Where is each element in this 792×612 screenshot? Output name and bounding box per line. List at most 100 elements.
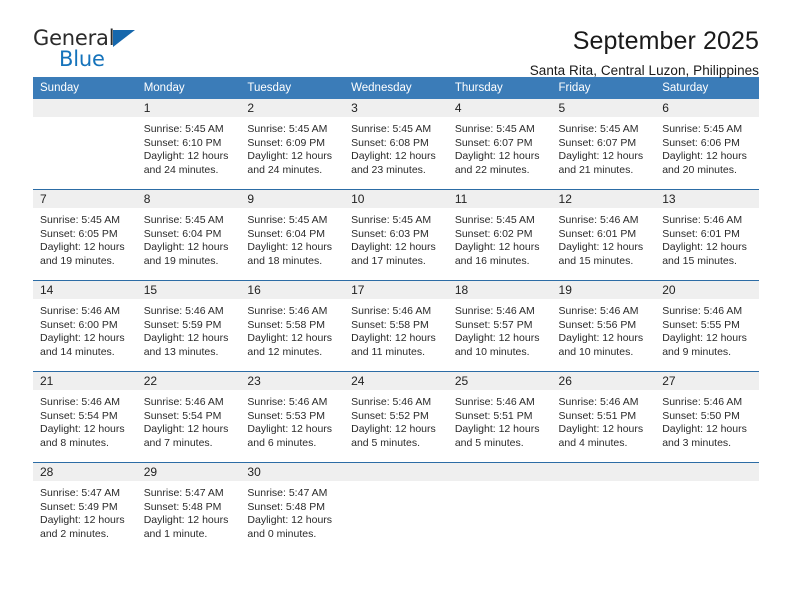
page-title: September 2025 xyxy=(572,27,759,55)
calendar-cell[interactable]: 18 Sunrise: 5:46 AM Sunset: 5:57 PM Dayligh… xyxy=(447,280,552,372)
calendar-cell[interactable]: 29 Sunrise: 5:47 AM Sunset: 5:48 PM Dayligh… xyxy=(136,462,241,553)
calendar-cell[interactable]: 20 Sunrise: 5:46 AM Sunset: 5:55 PM Dayligh… xyxy=(655,280,759,372)
day-details: Sunrise: 5:45 AM Sunset: 6:09 PM Daylight:… xyxy=(240,117,344,177)
calendar-cell[interactable]: 5 Sunrise: 5:45 AM Sunset: 6:07 PM Daylight… xyxy=(551,99,656,190)
calendar-cell[interactable]: 24 Sunrise: 5:46 AM Sunset: 5:52 PM Dayligh… xyxy=(344,371,448,463)
sunrise-text: Sunrise: 5:46 AM xyxy=(40,305,120,317)
calendar-cell[interactable] xyxy=(655,462,759,553)
sunset-text: Sunset: 6:01 PM xyxy=(558,227,637,240)
day-cell[interactable]: 6 Sunrise: 5:45 AM Sunset: 6:06 PM Daylight… xyxy=(655,99,759,189)
day-cell[interactable]: 17 Sunrise: 5:46 AM Sunset: 5:58 PM Dayligh… xyxy=(344,281,448,371)
day-cell[interactable]: 21 Sunrise: 5:46 AM Sunset: 5:54 PM Dayligh… xyxy=(33,372,137,462)
day-cell[interactable]: 23 Sunrise: 5:46 AM Sunset: 5:53 PM Dayligh… xyxy=(240,372,345,462)
day-cell[interactable]: 7 Sunrise: 5:45 AM Sunset: 6:05 PM Daylight… xyxy=(33,190,137,280)
day-cell[interactable]: 5 Sunrise: 5:45 AM Sunset: 6:07 PM Daylight… xyxy=(551,99,656,189)
calendar-cell[interactable]: 6 Sunrise: 5:45 AM Sunset: 6:06 PM Daylight… xyxy=(655,99,759,190)
day-cell[interactable]: 11 Sunrise: 5:45 AM Sunset: 6:02 PM Dayligh… xyxy=(447,190,552,280)
calendar-cell[interactable]: 17 Sunrise: 5:46 AM Sunset: 5:58 PM Dayligh… xyxy=(344,280,448,372)
calendar-cell[interactable]: 4 Sunrise: 5:45 AM Sunset: 6:07 PM Daylight… xyxy=(447,99,552,190)
daylight-text-line2: and 12 minutes. xyxy=(247,345,323,358)
day-cell[interactable] xyxy=(33,99,137,189)
calendar-cell[interactable]: 27 Sunrise: 5:46 AM Sunset: 5:50 PM Dayligh… xyxy=(655,371,759,463)
calendar-cell[interactable]: 8 Sunrise: 5:45 AM Sunset: 6:04 PM Daylight… xyxy=(136,189,241,281)
sunset-text: Sunset: 6:03 PM xyxy=(351,227,429,240)
calendar-cell[interactable]: 13 Sunrise: 5:46 AM Sunset: 6:01 PM Dayligh… xyxy=(655,189,759,281)
calendar-cell[interactable]: 23 Sunrise: 5:46 AM Sunset: 5:53 PM Dayligh… xyxy=(240,371,345,463)
day-cell[interactable]: 13 Sunrise: 5:46 AM Sunset: 6:01 PM Dayligh… xyxy=(655,190,759,280)
calendar-header-row: Sunday Monday Tuesday Wednesday Thursday… xyxy=(33,77,759,99)
sunset-text: Sunset: 5:54 PM xyxy=(143,409,222,422)
day-cell[interactable]: 9 Sunrise: 5:45 AM Sunset: 6:04 PM Daylight… xyxy=(240,190,345,280)
daylight-text-line2: and 1 minute. xyxy=(143,527,208,540)
calendar-cell[interactable] xyxy=(447,462,552,553)
day-cell[interactable]: 2 Sunrise: 5:45 AM Sunset: 6:09 PM Daylight… xyxy=(240,99,345,189)
day-cell[interactable]: 10 Sunrise: 5:45 AM Sunset: 6:03 PM Dayligh… xyxy=(344,190,448,280)
day-cell[interactable]: 12 Sunrise: 5:46 AM Sunset: 6:01 PM Dayligh… xyxy=(551,190,656,280)
day-cell[interactable]: 18 Sunrise: 5:46 AM Sunset: 5:57 PM Dayligh… xyxy=(447,281,552,371)
day-cell[interactable]: 4 Sunrise: 5:45 AM Sunset: 6:07 PM Daylight… xyxy=(447,99,552,189)
calendar-cell[interactable]: 21 Sunrise: 5:46 AM Sunset: 5:54 PM Dayligh… xyxy=(33,371,137,463)
sunrise-text: Sunrise: 5:46 AM xyxy=(662,396,743,408)
day-number: 24 xyxy=(344,372,448,390)
day-cell[interactable]: 1 Sunrise: 5:45 AM Sunset: 6:10 PM Daylight… xyxy=(136,99,241,189)
calendar-cell[interactable]: 22 Sunrise: 5:46 AM Sunset: 5:54 PM Dayligh… xyxy=(136,371,241,463)
day-cell[interactable]: 20 Sunrise: 5:46 AM Sunset: 5:55 PM Dayligh… xyxy=(655,281,759,371)
generalblue-logo[interactable]: General Blue xyxy=(33,26,153,74)
day-cell[interactable] xyxy=(447,463,552,553)
calendar-cell[interactable]: 26 Sunrise: 5:46 AM Sunset: 5:51 PM Dayligh… xyxy=(551,371,656,463)
day-details: Sunrise: 5:45 AM Sunset: 6:03 PM Daylight:… xyxy=(344,208,448,268)
day-cell[interactable]: 26 Sunrise: 5:46 AM Sunset: 5:51 PM Dayligh… xyxy=(551,372,656,462)
day-cell[interactable]: 19 Sunrise: 5:46 AM Sunset: 5:56 PM Dayligh… xyxy=(551,281,656,371)
day-cell[interactable] xyxy=(344,463,448,553)
sunset-text: Sunset: 6:04 PM xyxy=(247,227,326,240)
calendar-cell[interactable]: 12 Sunrise: 5:46 AM Sunset: 6:01 PM Dayligh… xyxy=(551,189,656,281)
calendar-cell[interactable]: 7 Sunrise: 5:45 AM Sunset: 6:05 PM Daylight… xyxy=(33,189,137,281)
daylight-text-line2: and 2 minutes. xyxy=(40,527,109,540)
sunrise-text: Sunrise: 5:45 AM xyxy=(247,123,328,135)
day-cell[interactable]: 3 Sunrise: 5:45 AM Sunset: 6:08 PM Daylight… xyxy=(344,99,448,189)
daylight-text-line1: Daylight: 12 hours xyxy=(454,423,540,436)
day-cell[interactable]: 29 Sunrise: 5:47 AM Sunset: 5:48 PM Dayligh… xyxy=(136,463,241,553)
day-cell[interactable] xyxy=(655,463,759,553)
calendar-cell[interactable]: 11 Sunrise: 5:45 AM Sunset: 6:02 PM Dayligh… xyxy=(447,189,552,281)
calendar-cell[interactable]: 9 Sunrise: 5:45 AM Sunset: 6:04 PM Daylight… xyxy=(240,189,345,281)
day-number: 27 xyxy=(655,372,759,390)
day-cell[interactable]: 22 Sunrise: 5:46 AM Sunset: 5:54 PM Dayligh… xyxy=(136,372,241,462)
daylight-text-line1: Daylight: 12 hours xyxy=(558,423,644,436)
calendar-cell[interactable]: 14 Sunrise: 5:46 AM Sunset: 6:00 PM Dayligh… xyxy=(33,280,137,372)
day-number xyxy=(33,99,137,117)
day-cell[interactable]: 15 Sunrise: 5:46 AM Sunset: 5:59 PM Dayligh… xyxy=(136,281,241,371)
day-cell[interactable]: 14 Sunrise: 5:46 AM Sunset: 6:00 PM Dayligh… xyxy=(33,281,137,371)
calendar-cell[interactable]: 28 Sunrise: 5:47 AM Sunset: 5:49 PM Dayligh… xyxy=(33,462,137,553)
day-cell[interactable]: 24 Sunrise: 5:46 AM Sunset: 5:52 PM Dayligh… xyxy=(344,372,448,462)
daylight-text-line1: Daylight: 12 hours xyxy=(143,332,229,345)
sunrise-text: Sunrise: 5:47 AM xyxy=(40,487,120,499)
calendar-cell[interactable]: 1 Sunrise: 5:45 AM Sunset: 6:10 PM Daylight… xyxy=(136,99,241,190)
calendar-cell[interactable] xyxy=(33,99,137,190)
weekday-header-tuesday: Tuesday xyxy=(240,77,345,99)
day-cell[interactable]: 27 Sunrise: 5:46 AM Sunset: 5:50 PM Dayligh… xyxy=(655,372,759,462)
day-cell[interactable]: 8 Sunrise: 5:45 AM Sunset: 6:04 PM Daylight… xyxy=(136,190,241,280)
calendar-cell[interactable]: 10 Sunrise: 5:45 AM Sunset: 6:03 PM Dayligh… xyxy=(344,189,448,281)
sunset-text: Sunset: 5:53 PM xyxy=(247,409,326,422)
daylight-text-line1: Daylight: 12 hours xyxy=(40,423,125,436)
calendar-cell[interactable] xyxy=(551,462,656,553)
calendar-cell[interactable]: 15 Sunrise: 5:46 AM Sunset: 5:59 PM Dayligh… xyxy=(136,280,241,372)
day-cell[interactable]: 28 Sunrise: 5:47 AM Sunset: 5:49 PM Dayligh… xyxy=(33,463,137,553)
day-cell[interactable]: 16 Sunrise: 5:46 AM Sunset: 5:58 PM Dayligh… xyxy=(240,281,345,371)
day-cell[interactable]: 30 Sunrise: 5:47 AM Sunset: 5:48 PM Dayligh… xyxy=(240,463,345,553)
day-cell[interactable] xyxy=(551,463,656,553)
day-number: 26 xyxy=(551,372,656,390)
day-cell[interactable]: 25 Sunrise: 5:46 AM Sunset: 5:51 PM Dayligh… xyxy=(447,372,552,462)
calendar-cell[interactable]: 25 Sunrise: 5:46 AM Sunset: 5:51 PM Dayligh… xyxy=(447,371,552,463)
daylight-text-line1: Daylight: 12 hours xyxy=(40,514,125,527)
calendar-cell[interactable]: 30 Sunrise: 5:47 AM Sunset: 5:48 PM Dayligh… xyxy=(240,462,345,553)
calendar-cell[interactable] xyxy=(344,462,448,553)
calendar-page: General Blue September 2025 Santa Rita, … xyxy=(0,0,792,612)
sunset-text: Sunset: 5:52 PM xyxy=(351,409,429,422)
weekday-header-monday: Monday xyxy=(136,77,241,99)
calendar-cell[interactable]: 2 Sunrise: 5:45 AM Sunset: 6:09 PM Daylight… xyxy=(240,99,345,190)
calendar-cell[interactable]: 16 Sunrise: 5:46 AM Sunset: 5:58 PM Dayligh… xyxy=(240,280,345,372)
calendar-cell[interactable]: 3 Sunrise: 5:45 AM Sunset: 6:08 PM Daylight… xyxy=(344,99,448,190)
calendar-cell[interactable]: 19 Sunrise: 5:46 AM Sunset: 5:56 PM Dayligh… xyxy=(551,280,656,372)
